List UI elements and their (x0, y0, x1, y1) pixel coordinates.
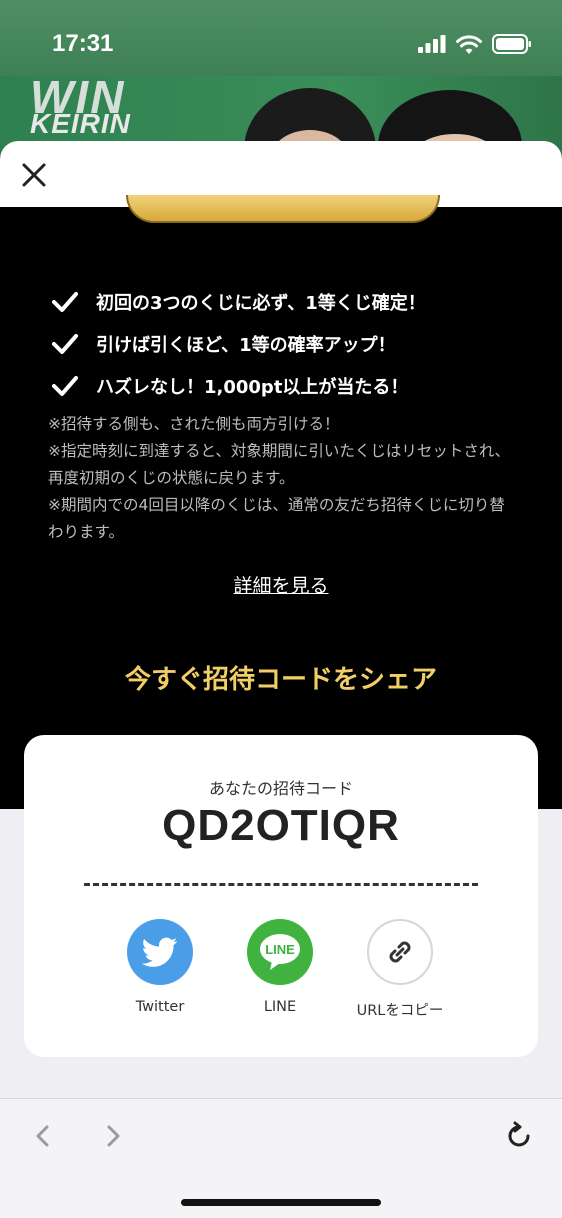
home-indicator[interactable] (181, 1199, 381, 1206)
status-bar: 17:31 (0, 0, 562, 76)
line-share-button[interactable]: LINE LINE (220, 919, 340, 1015)
invite-code-card: あなたの招待コード QD2OTIQR Twitter LINE LINE URL… (24, 735, 538, 1057)
check-icon (52, 334, 78, 354)
browser-toolbar (0, 1098, 562, 1218)
benefit-list: 初回の3つのくじに必ず、1等くじ確定！ 引けば引くほど、1等の確率アップ！ ハズ… (52, 281, 426, 407)
benefit-item: ハズレなし！1,000pt以上が当たる！ (52, 365, 426, 407)
status-time: 17:31 (52, 30, 114, 57)
details-link[interactable]: 詳細を見る (0, 571, 562, 598)
twitter-share-button[interactable]: Twitter (100, 919, 220, 1015)
battery-icon (492, 34, 532, 58)
note-text: ※招待する側も、された側も両方引ける！ (48, 415, 340, 433)
chevron-left-icon (36, 1125, 49, 1147)
gold-cta-edge (126, 195, 440, 223)
check-icon (52, 376, 78, 396)
invite-code-label: あなたの招待コード (208, 779, 353, 798)
notes: ※招待する側も、された側も両方引ける！ ※指定時刻に到達すると、対象期間に引いた… (48, 411, 518, 546)
note-text: ※期間内での4回目以降のくじは、通常の友だち招待くじに切り替わります。 (48, 496, 505, 541)
line-icon: LINE (247, 919, 313, 985)
benefit-item: 初回の3つのくじに必ず、1等くじ確定！ (52, 281, 426, 323)
back-button[interactable] (28, 1121, 58, 1151)
benefit-item: 引けば引くほど、1等の確率アップ！ (52, 323, 426, 365)
twitter-label: Twitter (135, 999, 185, 1015)
wifi-icon (456, 34, 482, 58)
reload-button[interactable] (504, 1121, 534, 1151)
chevron-right-icon (107, 1125, 120, 1147)
invite-code-value[interactable]: QD2OTIQR (24, 801, 538, 851)
reload-icon (508, 1121, 530, 1147)
benefit-text: 引けば引くほど、1等の確率アップ！ (96, 335, 396, 356)
status-icons (418, 34, 532, 58)
benefit-text: 初回の3つのくじに必ず、1等くじ確定！ (96, 293, 426, 314)
check-icon (52, 292, 78, 312)
link-icon (367, 919, 433, 985)
line-label: LINE (263, 999, 297, 1015)
dashed-divider (84, 883, 478, 886)
win-keirin-logo-bottom: KEIRIN (30, 108, 131, 139)
twitter-icon (127, 919, 193, 985)
share-heading: 今すぐ招待コードをシェア (124, 665, 437, 695)
note-text: ※指定時刻に到達すると、対象期間に引いたくじはリセットされ、再度初期のくじの状態… (48, 442, 511, 487)
invite-modal: 初回の3つのくじに必ず、1等くじ確定！ 引けば引くほど、1等の確率アップ！ ハズ… (0, 141, 562, 1217)
close-icon (22, 163, 46, 187)
line-icon-text: LINE (265, 942, 295, 957)
copy-url-label: URLをコピー (356, 1003, 444, 1019)
copy-url-button[interactable]: URLをコピー (340, 919, 460, 1020)
benefit-text: ハズレなし！1,000pt以上が当たる！ (96, 377, 409, 398)
forward-button[interactable] (98, 1121, 128, 1151)
cellular-signal-icon (418, 35, 446, 57)
close-button[interactable] (18, 159, 50, 191)
